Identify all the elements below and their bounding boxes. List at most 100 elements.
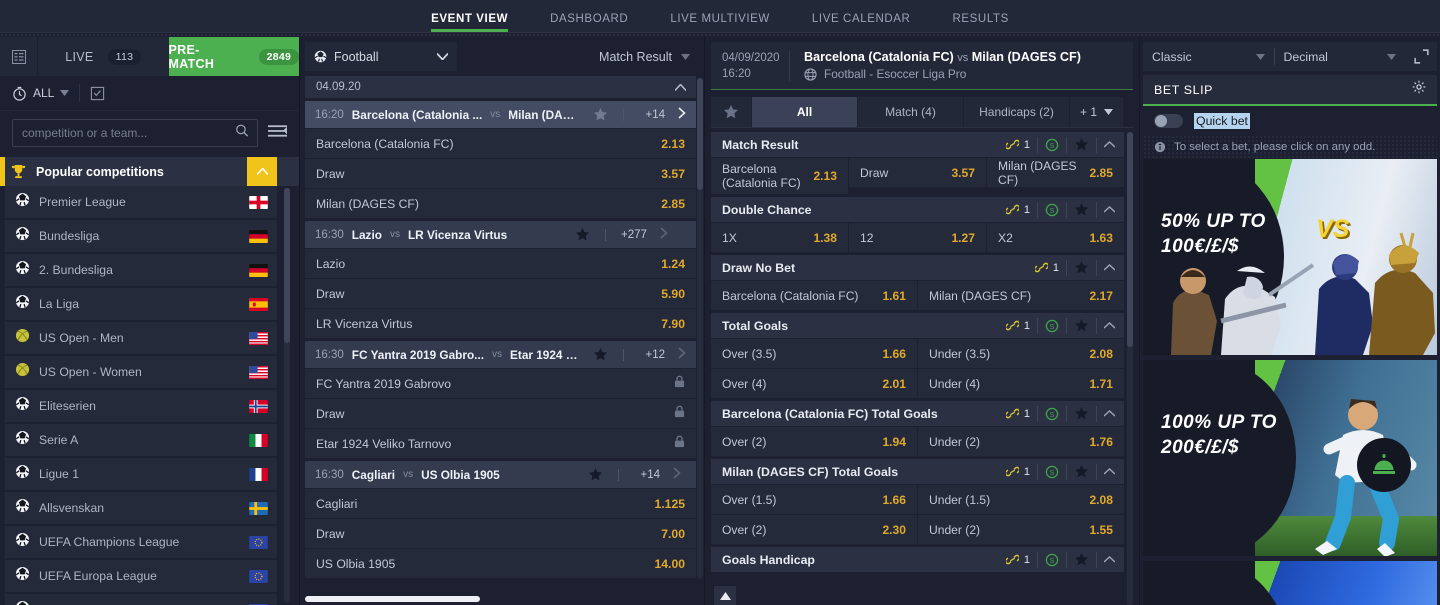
selection-cell[interactable]: Over (2) 2.30 <box>711 515 917 544</box>
sidebar-item-competition[interactable]: Allsvenskan <box>5 492 277 524</box>
market-link-count[interactable]: 1 <box>999 552 1037 568</box>
selection-cell[interactable]: 1X 1.38 <box>711 223 848 252</box>
event-open-arrow[interactable] <box>673 106 692 124</box>
market-link-count[interactable]: 1 <box>999 202 1037 218</box>
sidebar-list-toggle[interactable] <box>0 37 38 76</box>
market-tab-all[interactable]: All <box>751 97 857 127</box>
market-favorite-button[interactable] <box>1066 136 1096 153</box>
sidebar-item-competition[interactable]: Serie A <box>5 424 277 456</box>
sidebar-item-competition[interactable]: 2. Bundesliga <box>5 254 277 286</box>
market-favorite-button[interactable] <box>1066 259 1096 276</box>
market-header[interactable]: Draw No Bet 1 <box>711 255 1124 280</box>
favorite-markets-tab[interactable] <box>711 97 751 127</box>
market-header[interactable]: Goals Handicap 1 S <box>711 547 1124 572</box>
selection-cell[interactable]: 12 1.27 <box>849 223 986 252</box>
market-favorite-button[interactable] <box>1066 405 1096 422</box>
selection-cell[interactable]: Draw 3.57 <box>849 158 986 187</box>
market-link-count[interactable]: 1 <box>1028 260 1066 276</box>
odd-row[interactable]: Barcelona (Catalonia FC) 2.13 <box>305 129 696 158</box>
market-collapse-toggle[interactable] <box>1096 136 1122 153</box>
odd-row[interactable]: Milan (DAGES CF) 2.85 <box>305 189 696 218</box>
market-tab-match[interactable]: Match (4) <box>857 97 963 127</box>
market-tab-handicaps[interactable]: Handicaps (2) <box>963 97 1069 127</box>
events-date-group[interactable]: 04.09.20 <box>305 76 696 98</box>
selection-cell[interactable]: Under (2) 1.76 <box>918 427 1124 456</box>
selection-cell[interactable]: Barcelona (Catalonia FC) 2.13 <box>711 158 848 194</box>
event-more-markets-count[interactable]: +12 <box>623 348 665 361</box>
event-row-header[interactable]: 16:30 Cagliari vs US Olbia 1905 +14 <box>305 461 696 488</box>
betslip-settings-button[interactable] <box>1412 80 1426 99</box>
market-favorite-button[interactable] <box>1066 201 1096 218</box>
selection-cell[interactable]: Under (3.5) 2.08 <box>918 339 1124 368</box>
odd-row[interactable]: Etar 1924 Veliko Tarnovo <box>305 429 696 458</box>
market-collapse-toggle[interactable] <box>1096 201 1122 218</box>
nav-tab-event-view[interactable]: EVENT VIEW <box>410 13 529 32</box>
selection-cell[interactable]: Under (1.5) 2.08 <box>918 485 1124 514</box>
quick-bet-toggle[interactable] <box>1154 113 1183 128</box>
selection-cell[interactable]: X2 1.63 <box>987 223 1124 252</box>
odd-row[interactable]: Lazio 1.24 <box>305 249 696 278</box>
market-favorite-button[interactable] <box>1066 551 1096 568</box>
favorite-star-button[interactable] <box>586 107 615 122</box>
search-box[interactable] <box>12 119 258 147</box>
sidebar-item-competition[interactable]: Eliteserien <box>5 390 277 422</box>
sidebar-menu-icon[interactable] <box>268 124 287 143</box>
market-cashout-indicator[interactable]: S <box>1037 136 1066 153</box>
sidebar-tab-live[interactable]: LIVE 113 <box>38 37 169 76</box>
sidebar-item-competition[interactable]: La Liga <box>5 288 277 320</box>
market-cashout-indicator[interactable]: S <box>1037 551 1066 568</box>
nav-tab-results[interactable]: RESULTS <box>931 13 1029 32</box>
market-header[interactable]: Double Chance 1 S <box>711 197 1124 222</box>
sidebar-item-competition[interactable]: UEFA Champions League <box>5 526 277 558</box>
sidebar-item-competition[interactable]: UEFA Nations League <box>5 594 277 605</box>
odd-row[interactable]: Draw 5.90 <box>305 279 696 308</box>
market-header[interactable]: Milan (DAGES CF) Total Goals 1 S <box>711 459 1124 484</box>
odd-row[interactable]: Draw <box>305 399 696 428</box>
popular-competitions-header[interactable]: Popular competitions <box>0 157 299 186</box>
nav-tab-dashboard[interactable]: DASHBOARD <box>529 13 649 32</box>
event-more-markets-count[interactable]: +277 <box>604 228 647 241</box>
odd-row[interactable]: Draw 7.00 <box>305 519 696 548</box>
favorite-star-button[interactable] <box>568 227 597 242</box>
selection-cell[interactable]: Over (3.5) 1.66 <box>711 339 917 368</box>
expand-button[interactable] <box>1405 42 1437 71</box>
promo-banner-3[interactable]: MULTIPLES <box>1143 561 1437 605</box>
markets-scrollbar[interactable] <box>1127 132 1133 605</box>
events-h-scrollbar[interactable] <box>300 593 696 605</box>
event-open-arrow[interactable] <box>668 466 687 484</box>
sidebar-item-competition[interactable]: US Open - Women <box>5 356 277 388</box>
market-favorite-button[interactable] <box>1066 463 1096 480</box>
view-mode-selector[interactable]: Classic <box>1143 42 1274 71</box>
market-link-count[interactable]: 1 <box>999 464 1037 480</box>
selection-cell[interactable]: Under (2) 1.55 <box>918 515 1124 544</box>
sidebar-item-competition[interactable]: Bundesliga <box>5 220 277 252</box>
odds-format-selector[interactable]: Decimal <box>1275 42 1406 71</box>
sidebar-item-competition[interactable]: UEFA Europa League <box>5 560 277 592</box>
odd-row[interactable]: Draw 3.57 <box>305 159 696 188</box>
market-collapse-toggle[interactable] <box>1096 405 1122 422</box>
nav-tab-live-calendar[interactable]: LIVE CALENDAR <box>791 13 932 32</box>
market-header[interactable]: Barcelona (Catalonia FC) Total Goals 1 S <box>711 401 1124 426</box>
event-row-header[interactable]: 16:30 Lazio vs LR Vicenza Virtus +277 <box>305 221 696 248</box>
search-input[interactable] <box>22 126 229 140</box>
selection-cell[interactable]: Milan (DAGES CF) 2.85 <box>987 158 1124 187</box>
market-favorite-button[interactable] <box>1066 317 1096 334</box>
event-row-header[interactable]: 16:20 Barcelona (Catalonia ... vs Milan (DA… <box>305 101 696 128</box>
event-more-markets-count[interactable]: +14 <box>623 108 665 121</box>
market-header[interactable]: Total Goals 1 S <box>711 313 1124 338</box>
market-collapse-toggle[interactable] <box>1096 259 1122 276</box>
sidebar-item-competition[interactable]: Premier League <box>5 186 277 218</box>
checklist-icon[interactable] <box>90 86 105 101</box>
search-icon[interactable] <box>235 124 249 143</box>
odd-row[interactable]: US Olbia 1905 14.00 <box>305 549 696 578</box>
sidebar-item-competition[interactable]: US Open - Men <box>5 322 277 354</box>
events-scrollbar[interactable] <box>697 78 703 579</box>
promo-banner-2[interactable]: 100% UP TO 200€/£/$ <box>1143 360 1437 556</box>
market-collapse-toggle[interactable] <box>1096 317 1122 334</box>
sidebar-tab-prematch[interactable]: PRE-MATCH 2849 <box>168 37 299 76</box>
selection-cell[interactable]: Over (4) 2.01 <box>711 369 917 398</box>
event-open-arrow[interactable] <box>673 346 692 364</box>
market-cashout-indicator[interactable]: S <box>1037 317 1066 334</box>
market-link-count[interactable]: 1 <box>999 406 1037 422</box>
market-tabs-more[interactable]: + 1 <box>1069 97 1123 127</box>
